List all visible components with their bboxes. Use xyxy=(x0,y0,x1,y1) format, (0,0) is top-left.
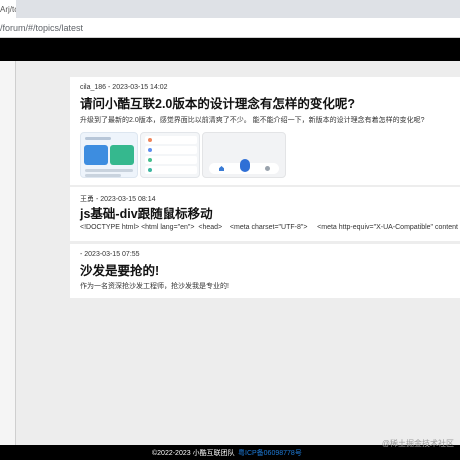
mock-dot xyxy=(148,148,152,152)
topic-meta: cila_186 - 2023-03-15 14:02 xyxy=(80,84,168,91)
topic-summary: 升级到了最新的2.0版本，感觉界面比以前清爽了不少。 能不能介绍一下，新版本的设… xyxy=(80,117,425,124)
screenshot-thumbnail[interactable] xyxy=(140,132,200,178)
topic-card[interactable]: cila_186 - 2023-03-15 14:02 请问小酷互联2.0版本的… xyxy=(70,77,460,185)
mock-dot xyxy=(148,138,152,142)
topic-title[interactable]: js基础-div跟随鼠标移动 xyxy=(80,203,213,222)
add-icon xyxy=(240,159,250,172)
home-icon xyxy=(219,166,224,171)
left-panel xyxy=(0,61,16,445)
mock-list-row xyxy=(145,146,197,154)
browser-tab[interactable]: Arj/tc xyxy=(0,0,16,18)
topic-title[interactable]: 请问小酷互联2.0版本的设计理念有怎样的变化呢? xyxy=(80,93,355,112)
topic-card[interactable]: 王勇 - 2023-03-15 08:14 js基础-div跟随鼠标移动 <!D… xyxy=(70,187,460,241)
topic-meta: - 2023-03-15 07:55 xyxy=(80,251,140,258)
user-icon xyxy=(265,166,270,171)
topic-summary: <!DOCTYPE html> <html lang="en"> <head> … xyxy=(80,224,458,231)
mock-list-row xyxy=(145,156,197,164)
mock-dot xyxy=(148,168,152,172)
mock-green-tile xyxy=(110,145,134,165)
site-header xyxy=(0,38,460,61)
mock-list-row xyxy=(145,166,197,174)
url-text[interactable]: /forum/#/topics/latest xyxy=(0,23,83,33)
icp-link[interactable]: 粤ICP备06098778号 xyxy=(238,448,302,458)
mock-tab-bar xyxy=(209,159,279,174)
topic-summary: 作为一名资深抢沙发工程师，抢沙发我是专业的! xyxy=(80,283,229,290)
mock-dot xyxy=(148,158,152,162)
mock-text-line xyxy=(85,169,133,172)
browser-tab-strip: Arj/tc xyxy=(0,0,460,18)
address-bar[interactable]: /forum/#/topics/latest xyxy=(0,18,460,38)
topic-card[interactable]: - 2023-03-15 07:55 沙发是要抢的! 作为一名资深抢沙发工程师，… xyxy=(70,244,460,298)
mock-blue-tile xyxy=(84,145,108,165)
mock-list-row xyxy=(145,136,197,144)
mock-header-bar xyxy=(85,137,111,140)
topic-title[interactable]: 沙发是要抢的! xyxy=(80,260,159,279)
screenshot-thumbnail[interactable] xyxy=(202,132,286,178)
watermark: @稀土掘金技术社区 xyxy=(381,439,454,448)
mock-text-line xyxy=(85,174,121,177)
copyright-text: ©2022-2023 小酷互联团队 xyxy=(152,450,235,457)
topic-list: cila_186 - 2023-03-15 14:02 请问小酷互联2.0版本的… xyxy=(16,61,460,445)
screenshot-thumbnail[interactable] xyxy=(80,132,138,178)
